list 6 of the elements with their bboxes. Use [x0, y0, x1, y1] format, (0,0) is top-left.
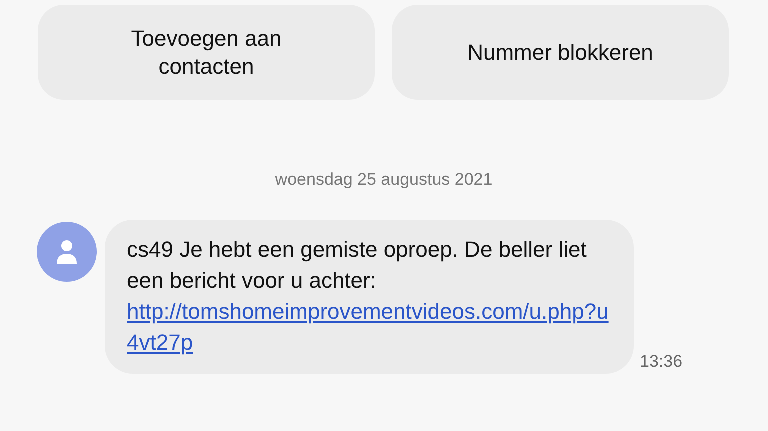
date-divider: woensdag 25 augustus 2021 [275, 170, 493, 190]
action-button[interactable]: Toevoegen aan contacten [38, 5, 375, 100]
message-link[interactable]: http://tomshomeimprovementvideos.com/u.php?u4vt27p [127, 296, 612, 358]
message-time: 13:36 [640, 352, 683, 372]
message-text: cs49 Je hebt een gemiste oproep. De beller liet een bericht voor u achter: [127, 237, 587, 293]
action-button[interactable]: Nummer blokkeren [392, 5, 729, 100]
